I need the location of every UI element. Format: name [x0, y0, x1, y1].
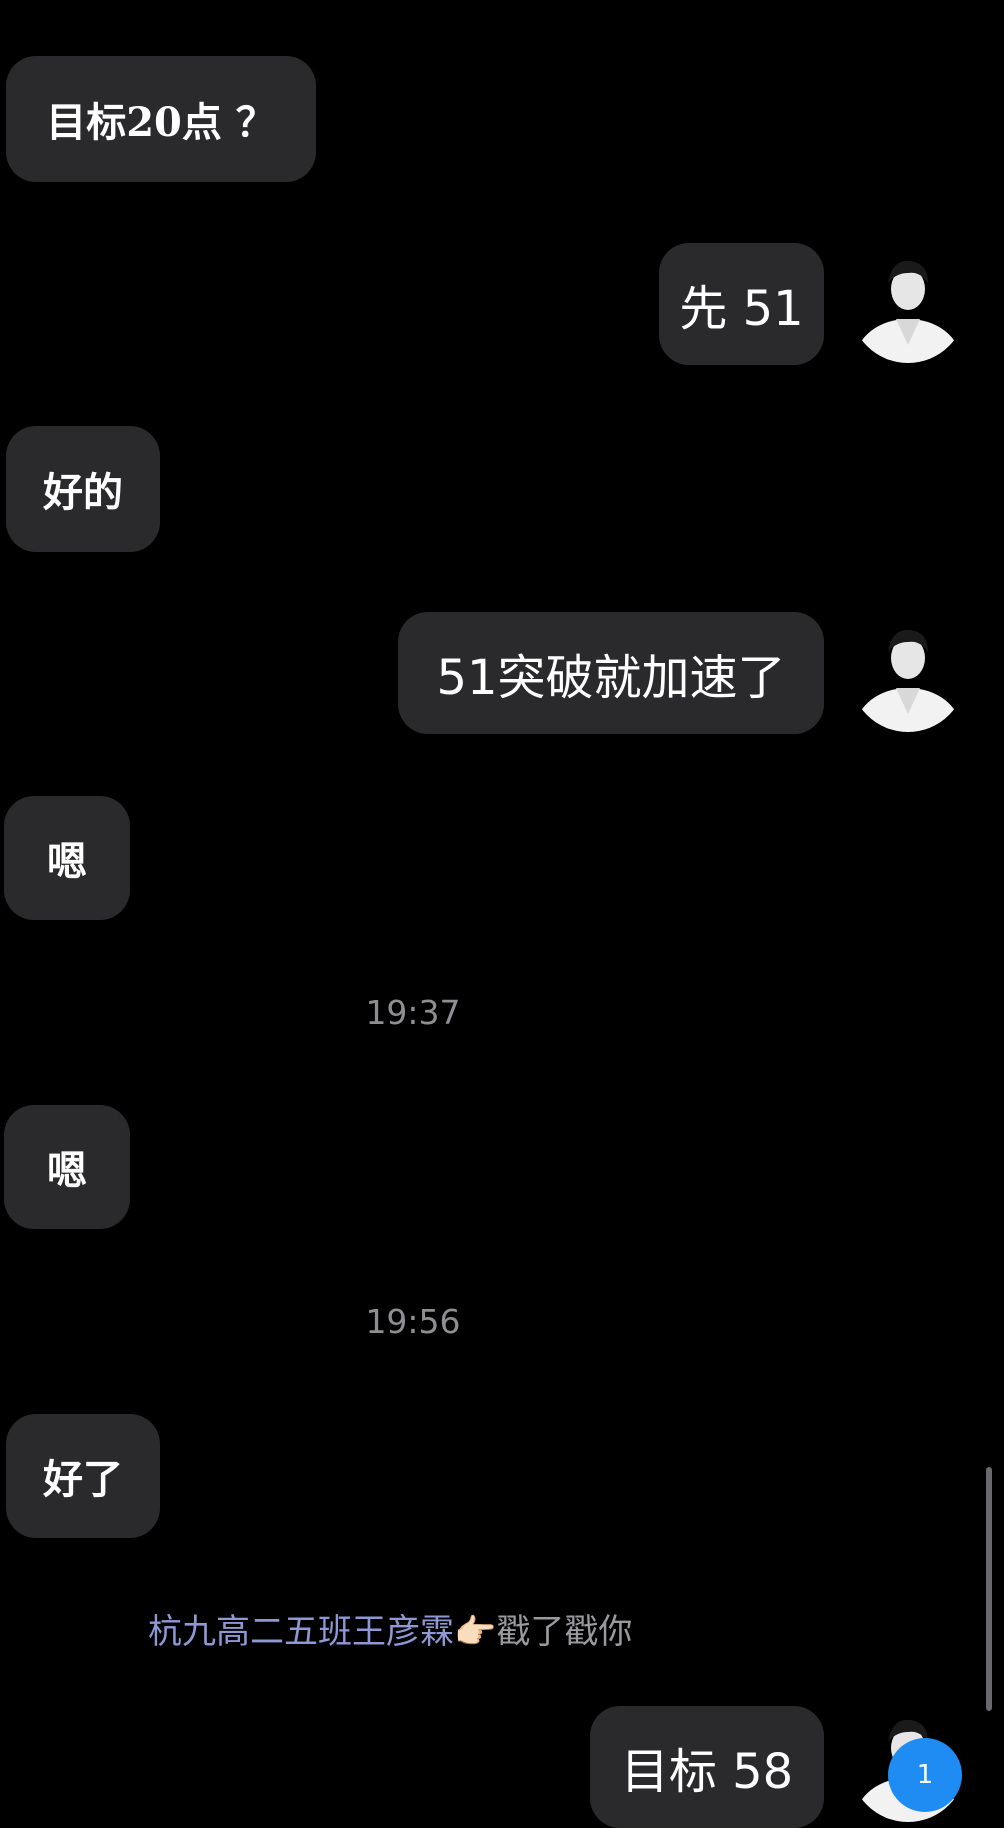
message-bubble-incoming[interactable]: 嗯	[4, 1105, 130, 1229]
timestamp: 19:37	[365, 993, 461, 1032]
message-text: 嗯	[47, 1147, 87, 1194]
avatar[interactable]	[850, 616, 966, 732]
poke-action-text: 戳了戳你	[496, 1612, 633, 1652]
message-bubble-incoming[interactable]: 嗯	[4, 796, 130, 920]
poke-notice: 杭九高二五班王彦霖👉🏻戳了戳你	[148, 1604, 632, 1653]
message-text: 好的	[43, 469, 123, 516]
pointing-hand-emoji: 👉🏻	[454, 1612, 497, 1652]
message-bubble-outgoing[interactable]: 目标 58	[590, 1706, 824, 1828]
message-text: 先 51	[679, 281, 804, 337]
message-bubble-incoming[interactable]: 好的	[6, 426, 160, 552]
unread-badge[interactable]: 1	[888, 1738, 962, 1812]
timestamp: 19:56	[365, 1302, 461, 1341]
scrollbar[interactable]	[986, 1467, 992, 1711]
message-text: 好了	[43, 1456, 123, 1503]
poke-sender-name[interactable]: 杭九高二五班王彦霖	[148, 1612, 454, 1652]
message-bubble-outgoing[interactable]: 先 51	[659, 243, 824, 365]
message-text: 51突破就加速了	[436, 650, 786, 706]
avatar-image	[850, 616, 966, 732]
message-bubble-incoming[interactable]: 目标20点 ？	[6, 56, 316, 182]
avatar[interactable]	[850, 247, 966, 363]
message-bubble-outgoing[interactable]: 51突破就加速了	[398, 612, 824, 734]
message-bubble-incoming[interactable]: 好了	[6, 1414, 160, 1538]
message-text: 目标20点 ？	[46, 99, 276, 146]
message-text: 嗯	[47, 838, 87, 885]
avatar-image	[850, 247, 966, 363]
message-text: 目标 58	[620, 1744, 794, 1800]
